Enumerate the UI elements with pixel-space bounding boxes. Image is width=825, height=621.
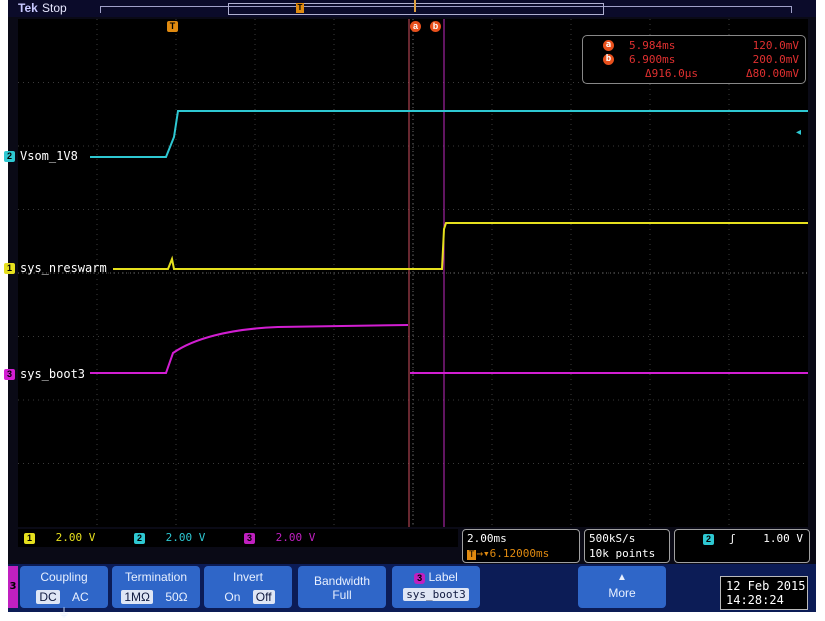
ch1-status[interactable]: 1 2.00 V [24, 531, 95, 544]
ch2-ground-marker[interactable]: 2 [4, 151, 15, 162]
cursor-readout-panel: a 5.984ms 120.0mV b 6.900ms 200.0mV Δ916… [582, 35, 806, 84]
trace-label-ch3: sys_boot3 [20, 367, 86, 381]
ch1-ground-marker[interactable]: 1 [4, 263, 15, 274]
trigger-source-badge: 2 [703, 534, 714, 545]
ch2-scale: 2.00 V [165, 531, 206, 544]
more-arrow-icon: ▲ [617, 572, 627, 583]
invert-button[interactable]: Invert On Off [204, 566, 292, 608]
trigger-box[interactable]: 2 ʃ 1.00 V [674, 529, 810, 563]
ch2-status[interactable]: 2 2.00 V [134, 531, 205, 544]
cursor-a-badge: a [603, 40, 614, 51]
run-state: Stop [42, 1, 67, 15]
termination-title: Termination [124, 570, 188, 584]
trigger-level-arrow-icon: ◂ [796, 127, 802, 138]
label-button[interactable]: 3 Label sys_boot3 [392, 566, 480, 608]
label-channel-badge: 3 [414, 573, 426, 584]
termination-50-option[interactable]: 50Ω [162, 590, 190, 604]
more-button[interactable]: ▲ More [578, 566, 666, 608]
coupling-dc-option[interactable]: DC [36, 590, 60, 604]
trigger-position-marker: T [167, 21, 178, 32]
invert-off-option[interactable]: Off [252, 590, 275, 604]
record-trigger-marker: T [296, 3, 304, 13]
bandwidth-button[interactable]: Bandwidth Full [298, 566, 386, 608]
acquisition-box[interactable]: 500kS/s 10k points [584, 529, 670, 563]
coupling-button[interactable]: Coupling DC AC ⏚ [20, 566, 108, 620]
trace-label-ch2: Vsom_1V8 [20, 149, 78, 163]
ch2-status-badge: 2 [134, 532, 145, 544]
invert-on-option[interactable]: On [221, 590, 243, 604]
timebase-box[interactable]: 2.00ms T →▾6.12000ms [462, 529, 580, 563]
bandwidth-title: Bandwidth [313, 574, 371, 588]
record-cursor-marker [414, 0, 416, 12]
cursor-delta-time: Δ916.0μs [645, 67, 698, 80]
date-time-display: 12 Feb 2015 14:28:24 [720, 576, 808, 610]
ch3-scale: 2.00 V [275, 531, 316, 544]
coupling-ac-option[interactable]: AC [69, 590, 92, 604]
ch1-scale: 2.00 V [55, 531, 96, 544]
ch3-status[interactable]: 3 2.00 V [244, 531, 315, 544]
cursor-b-badge: b [603, 54, 614, 65]
coupling-title: Coupling [40, 570, 88, 584]
trigger-position: T →▾6.12000ms [467, 547, 550, 560]
readout-row-delta: Δ916.0μs Δ80.00mV [583, 67, 805, 81]
ch3-status-badge: 3 [244, 532, 255, 544]
record-view-window [228, 3, 604, 15]
date-display: 12 Feb 2015 [726, 579, 806, 593]
brand-logo: Tek [18, 1, 38, 15]
coupling-ground-icon[interactable]: ⏚ [55, 604, 73, 621]
cursor-a-value: 120.0mV [752, 39, 799, 52]
cursor-a-marker[interactable]: a [410, 21, 421, 32]
ch3-ground-marker[interactable]: 3 [4, 369, 15, 380]
cursor-b-time: 6.900ms [629, 53, 676, 66]
ch1-status-badge: 1 [24, 532, 35, 544]
menu-channel-indicator: 3 [8, 566, 18, 608]
trigger-level: 1.00 V [763, 532, 803, 545]
timebase-scale: 2.00ms [467, 532, 507, 545]
termination-button[interactable]: Termination 1MΩ 50Ω [112, 566, 200, 608]
trace-label-ch1: sys_nreswarm [20, 261, 107, 275]
time-display: 14:28:24 [726, 593, 784, 607]
termination-1m-option[interactable]: 1MΩ [121, 590, 153, 604]
trigger-slope-icon: ʃ [729, 532, 736, 545]
bandwidth-value: Full [332, 588, 352, 602]
cursor-a-time: 5.984ms [629, 39, 676, 52]
channel-status-bar: 1 2.00 V 2 2.00 V 3 2.00 V [18, 529, 458, 547]
invert-title: Invert [232, 570, 263, 584]
sample-rate: 500kS/s [589, 532, 636, 545]
readout-row-b: b 6.900ms 200.0mV [583, 53, 805, 67]
more-title: More [608, 586, 636, 600]
trigger-position-icon: T [467, 550, 477, 560]
label-title: Label [428, 570, 458, 584]
waveform-graticule [18, 19, 808, 527]
cursor-b-marker[interactable]: b [430, 21, 441, 32]
readout-row-a: a 5.984ms 120.0mV [583, 39, 805, 53]
label-value: sys_boot3 [403, 588, 469, 601]
cursor-delta-value: Δ80.00mV [746, 67, 799, 80]
cursor-b-value: 200.0mV [752, 53, 799, 66]
record-length: 10k points [589, 547, 656, 560]
